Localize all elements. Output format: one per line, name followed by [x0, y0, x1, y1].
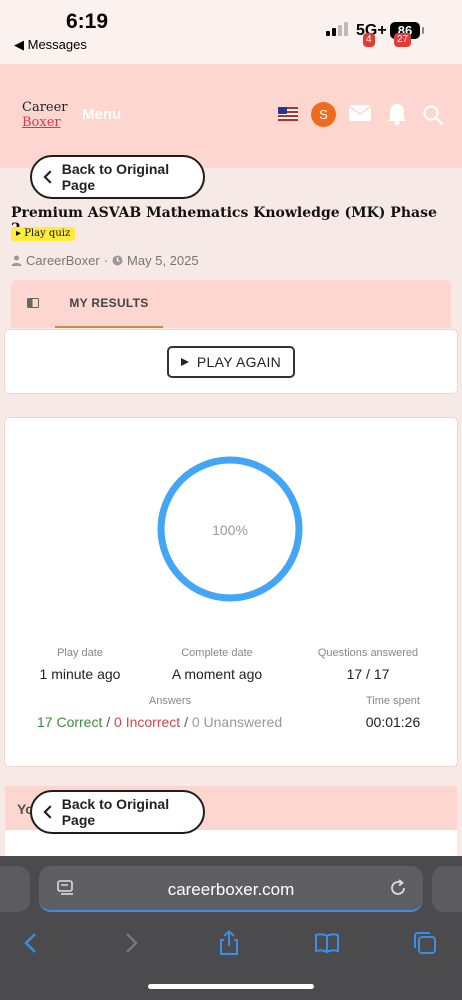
play-quiz-tag-label: Play quiz: [24, 228, 71, 239]
address-bar[interactable]: careerboxer.com: [39, 866, 423, 912]
chevron-left-icon: [43, 805, 52, 819]
answers-unanswered: 0 Unanswered: [191, 714, 283, 730]
tabs-icon[interactable]: [412, 930, 438, 956]
safari-toolbar: careerboxer.com: [0, 856, 462, 1000]
results-card: 100% Play date 1 minute ago Complete dat…: [5, 418, 457, 766]
answers-incorrect: 0 Incorrect: [114, 714, 181, 730]
mail-icon[interactable]: [348, 104, 372, 122]
chevron-left-icon: [43, 170, 52, 184]
back-arrow-icon[interactable]: [18, 930, 44, 956]
notification-badge: 27: [394, 33, 412, 47]
answers-correct: 17 Correct: [37, 714, 103, 730]
play-again-card: PLAY AGAIN: [5, 330, 457, 393]
back-to-original-label: Back to Original Page: [61, 161, 170, 193]
answers-label: Answers: [148, 695, 192, 707]
quiz-author[interactable]: CareerBoxer: [26, 253, 100, 268]
status-bar: 6:19 ◀ Messages 5G+ 86: [0, 0, 462, 64]
back-to-original-button[interactable]: Back to Original Page: [30, 155, 205, 199]
time-spent-label: Time spent: [365, 695, 420, 707]
home-indicator: [148, 984, 314, 989]
answers-separator: /: [106, 714, 111, 730]
play-quiz-tag[interactable]: ▸ Play quiz: [11, 227, 76, 241]
status-time: 6:19: [66, 10, 109, 33]
reload-icon[interactable]: [389, 879, 407, 897]
questions-answered-value: 17 / 17: [346, 666, 390, 682]
play-again-label: PLAY AGAIN: [196, 354, 282, 370]
search-icon[interactable]: [422, 104, 444, 126]
careerboxer-logo[interactable]: Career Boxer: [22, 100, 68, 130]
us-flag-icon[interactable]: [278, 107, 298, 121]
user-avatar[interactable]: S: [311, 102, 336, 127]
answers-summary: 17 Correct / 0 Incorrect / 0 Unanswered: [37, 714, 282, 730]
results-tabs: MY RESULTS: [11, 280, 451, 328]
tab-my-results[interactable]: MY RESULTS: [55, 280, 163, 328]
signal-icon: [326, 22, 348, 36]
quiz-date: May 5, 2025: [127, 253, 199, 268]
clock-icon: [112, 255, 123, 266]
complete-date-value: A moment ago: [171, 666, 263, 682]
mail-badge: 4: [363, 33, 375, 47]
back-to-original-label: Back to Original Page: [61, 796, 170, 828]
share-icon[interactable]: [216, 930, 242, 956]
site-header: Career Boxer Menu S: [0, 64, 462, 168]
back-to-messages-link[interactable]: ◀ Messages: [14, 37, 87, 53]
user-icon: [11, 255, 22, 266]
quiz-meta: CareerBoxer · May 5, 2025: [11, 253, 199, 268]
time-spent-value: 00:01:26: [365, 714, 421, 730]
next-tab-preview[interactable]: [432, 866, 462, 912]
forward-arrow-icon[interactable]: [118, 930, 144, 956]
play-date-value: 1 minute ago: [39, 666, 121, 682]
play-again-button[interactable]: PLAY AGAIN: [167, 346, 295, 378]
logo-line1: Career: [22, 100, 68, 115]
answers-separator: /: [184, 714, 188, 730]
menu-button[interactable]: Menu: [82, 106, 121, 123]
previous-tab-preview[interactable]: [0, 866, 30, 912]
meta-separator: ·: [103, 253, 109, 268]
bookmarks-icon[interactable]: [314, 930, 340, 956]
logo-line2: Boxer: [22, 115, 61, 130]
play-date-label: Play date: [57, 647, 103, 659]
quiz-title: Premium ASVAB Mathematics Knowledge (MK)…: [11, 205, 437, 237]
sidebar-toggle-icon[interactable]: [27, 298, 39, 308]
back-to-original-button[interactable]: Back to Original Page: [30, 790, 205, 834]
questions-answered-label: Questions answered: [317, 647, 419, 659]
bell-icon[interactable]: [386, 102, 408, 126]
play-icon: [180, 358, 189, 366]
complete-date-label: Complete date: [181, 647, 253, 659]
url-text: careerboxer.com: [167, 880, 295, 899]
score-percent: 100%: [212, 522, 248, 538]
